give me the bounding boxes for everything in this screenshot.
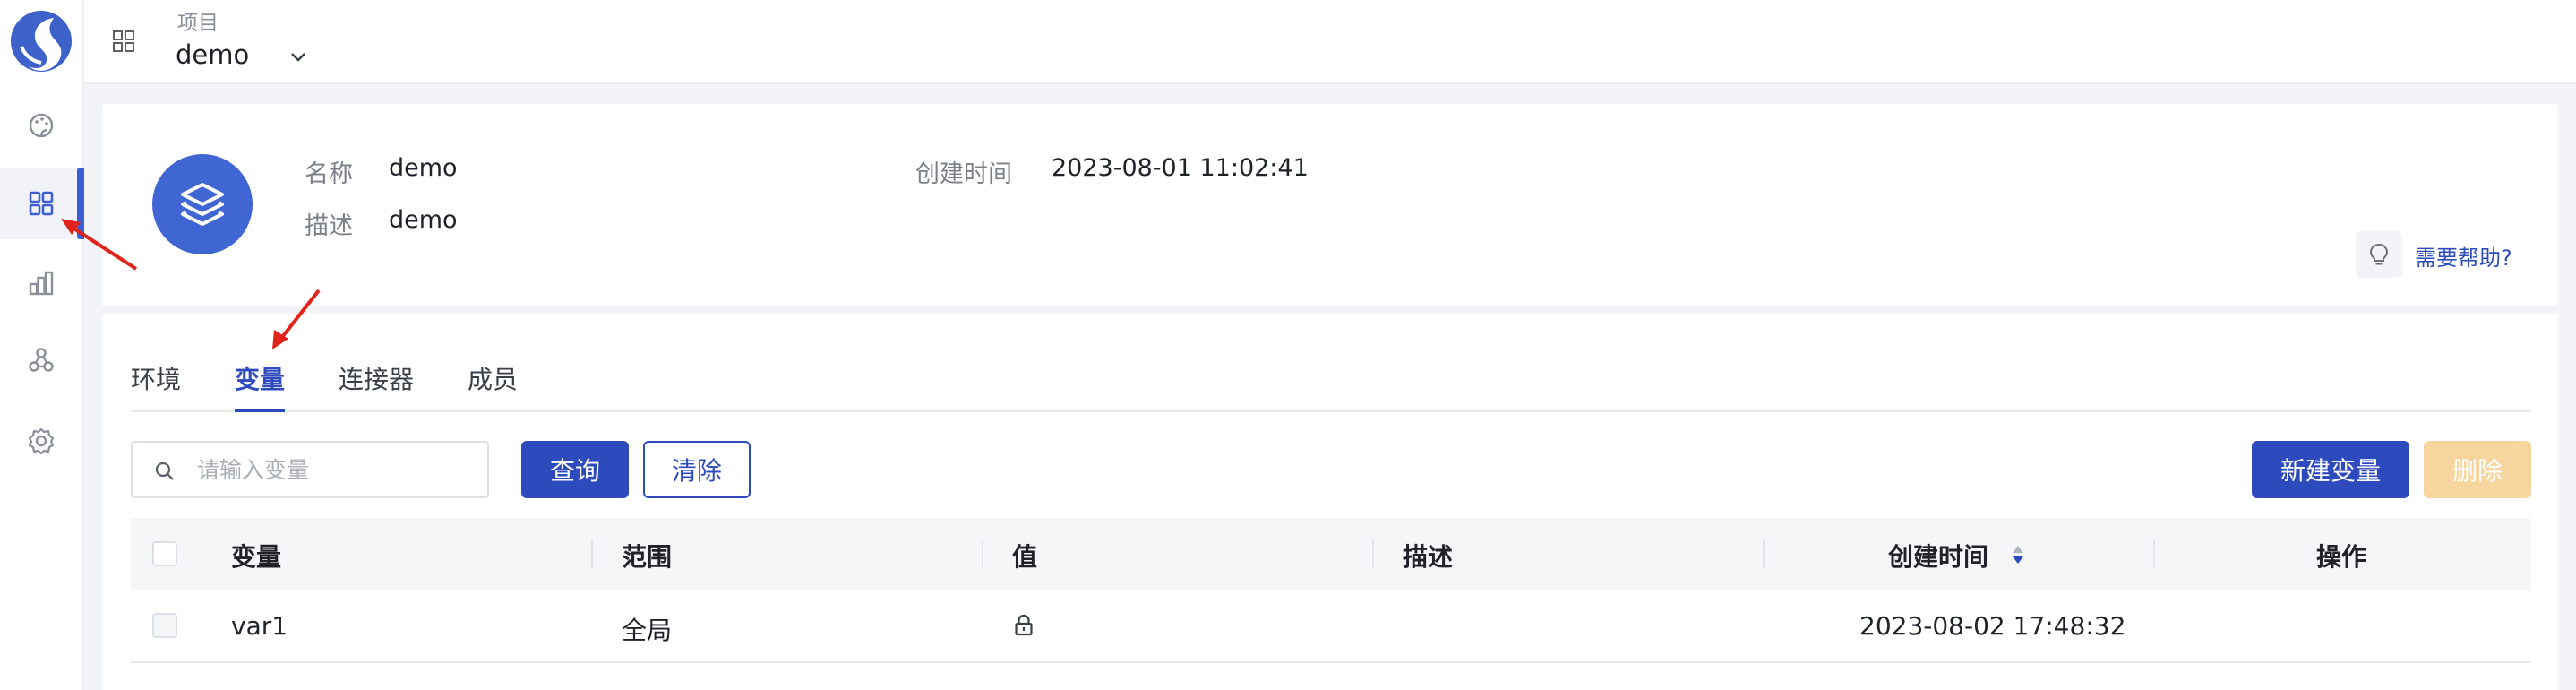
- tab-variables[interactable]: 变量: [235, 360, 286, 412]
- new-variable-button[interactable]: 新建变量: [2252, 441, 2409, 498]
- annotation-arrow: [61, 219, 138, 271]
- sidebar-item-settings[interactable]: [0, 405, 82, 477]
- table-header: 变量 范围 值 描述 创建时间 操作: [131, 518, 2531, 590]
- column-variable: 变量: [231, 542, 282, 572]
- clear-button[interactable]: 清除: [643, 441, 751, 498]
- scope-cell: 全局: [622, 616, 673, 645]
- sidebar-item-dashboard[interactable]: [0, 90, 82, 161]
- table-row: var1 全局 2023-08-02 17:48:32: [131, 590, 2531, 663]
- description-value: demo: [389, 206, 458, 234]
- sidebar: [0, 0, 84, 690]
- tab-bar: 环境 变量 连接器 成员: [131, 357, 2531, 412]
- gear-icon: [28, 427, 55, 455]
- query-button[interactable]: 查询: [521, 441, 629, 498]
- column-divider: [2153, 539, 2155, 568]
- variable-search-input[interactable]: [197, 452, 475, 487]
- project-selector-label: 项目: [177, 12, 219, 35]
- grid-icon: [29, 191, 54, 216]
- delete-button: 删除: [2424, 441, 2531, 498]
- chevron-down-icon[interactable]: [287, 47, 310, 66]
- variable-search-box[interactable]: [131, 441, 489, 498]
- project-info-card: 名称 demo 描述 demo 创建时间 2023-08-01 11:02:41…: [102, 104, 2558, 306]
- column-divider: [1372, 539, 1374, 568]
- lock-icon: [1015, 614, 1033, 636]
- variable-name-cell: var1: [231, 611, 288, 641]
- search-icon: [155, 461, 174, 480]
- app-grid-icon[interactable]: [111, 29, 136, 54]
- column-value: 值: [1012, 542, 1038, 572]
- app-logo[interactable]: [9, 7, 73, 75]
- palette-icon: [29, 113, 54, 138]
- tab-connectors[interactable]: 连接器: [339, 360, 414, 409]
- help-button[interactable]: [2356, 231, 2402, 278]
- column-scope: 范围: [622, 542, 673, 572]
- column-divider: [1763, 539, 1765, 568]
- name-label: 名称: [305, 160, 353, 188]
- column-actions: 操作: [2316, 542, 2367, 572]
- column-divider: [982, 539, 983, 568]
- sort-icon[interactable]: [2010, 543, 2026, 566]
- column-created-time[interactable]: 创建时间: [1888, 538, 1988, 574]
- created-time-label: 创建时间: [915, 160, 1012, 188]
- created-time-cell: 2023-08-02 17:48:32: [1859, 611, 2126, 641]
- name-value: demo: [389, 154, 458, 182]
- row-checkbox[interactable]: [152, 613, 177, 638]
- column-divider: [591, 539, 593, 568]
- annotation-arrow: [272, 289, 321, 349]
- project-selector[interactable]: demo: [176, 39, 249, 70]
- tab-members[interactable]: 成员: [468, 360, 518, 409]
- bar-chart-icon: [29, 271, 54, 296]
- column-description: 描述: [1403, 542, 1454, 572]
- sidebar-item-resources[interactable]: [0, 324, 82, 396]
- project-avatar: [152, 154, 253, 254]
- created-time-value: 2023-08-01 11:02:41: [1052, 154, 1309, 182]
- top-bar: 项目 demo: [84, 0, 2576, 84]
- main-content: 环境 变量 连接器 成员 查询 清除 新建变量 删除 变量 范围 值 描述 创建…: [102, 314, 2558, 690]
- nodes-icon: [29, 348, 54, 372]
- help-link[interactable]: 需要帮助?: [2415, 240, 2512, 272]
- lightbulb-icon: [2369, 243, 2389, 265]
- select-all-checkbox[interactable]: [152, 541, 177, 566]
- description-label: 描述: [305, 212, 353, 240]
- layers-icon: [181, 183, 224, 226]
- tab-environment[interactable]: 环境: [131, 360, 181, 409]
